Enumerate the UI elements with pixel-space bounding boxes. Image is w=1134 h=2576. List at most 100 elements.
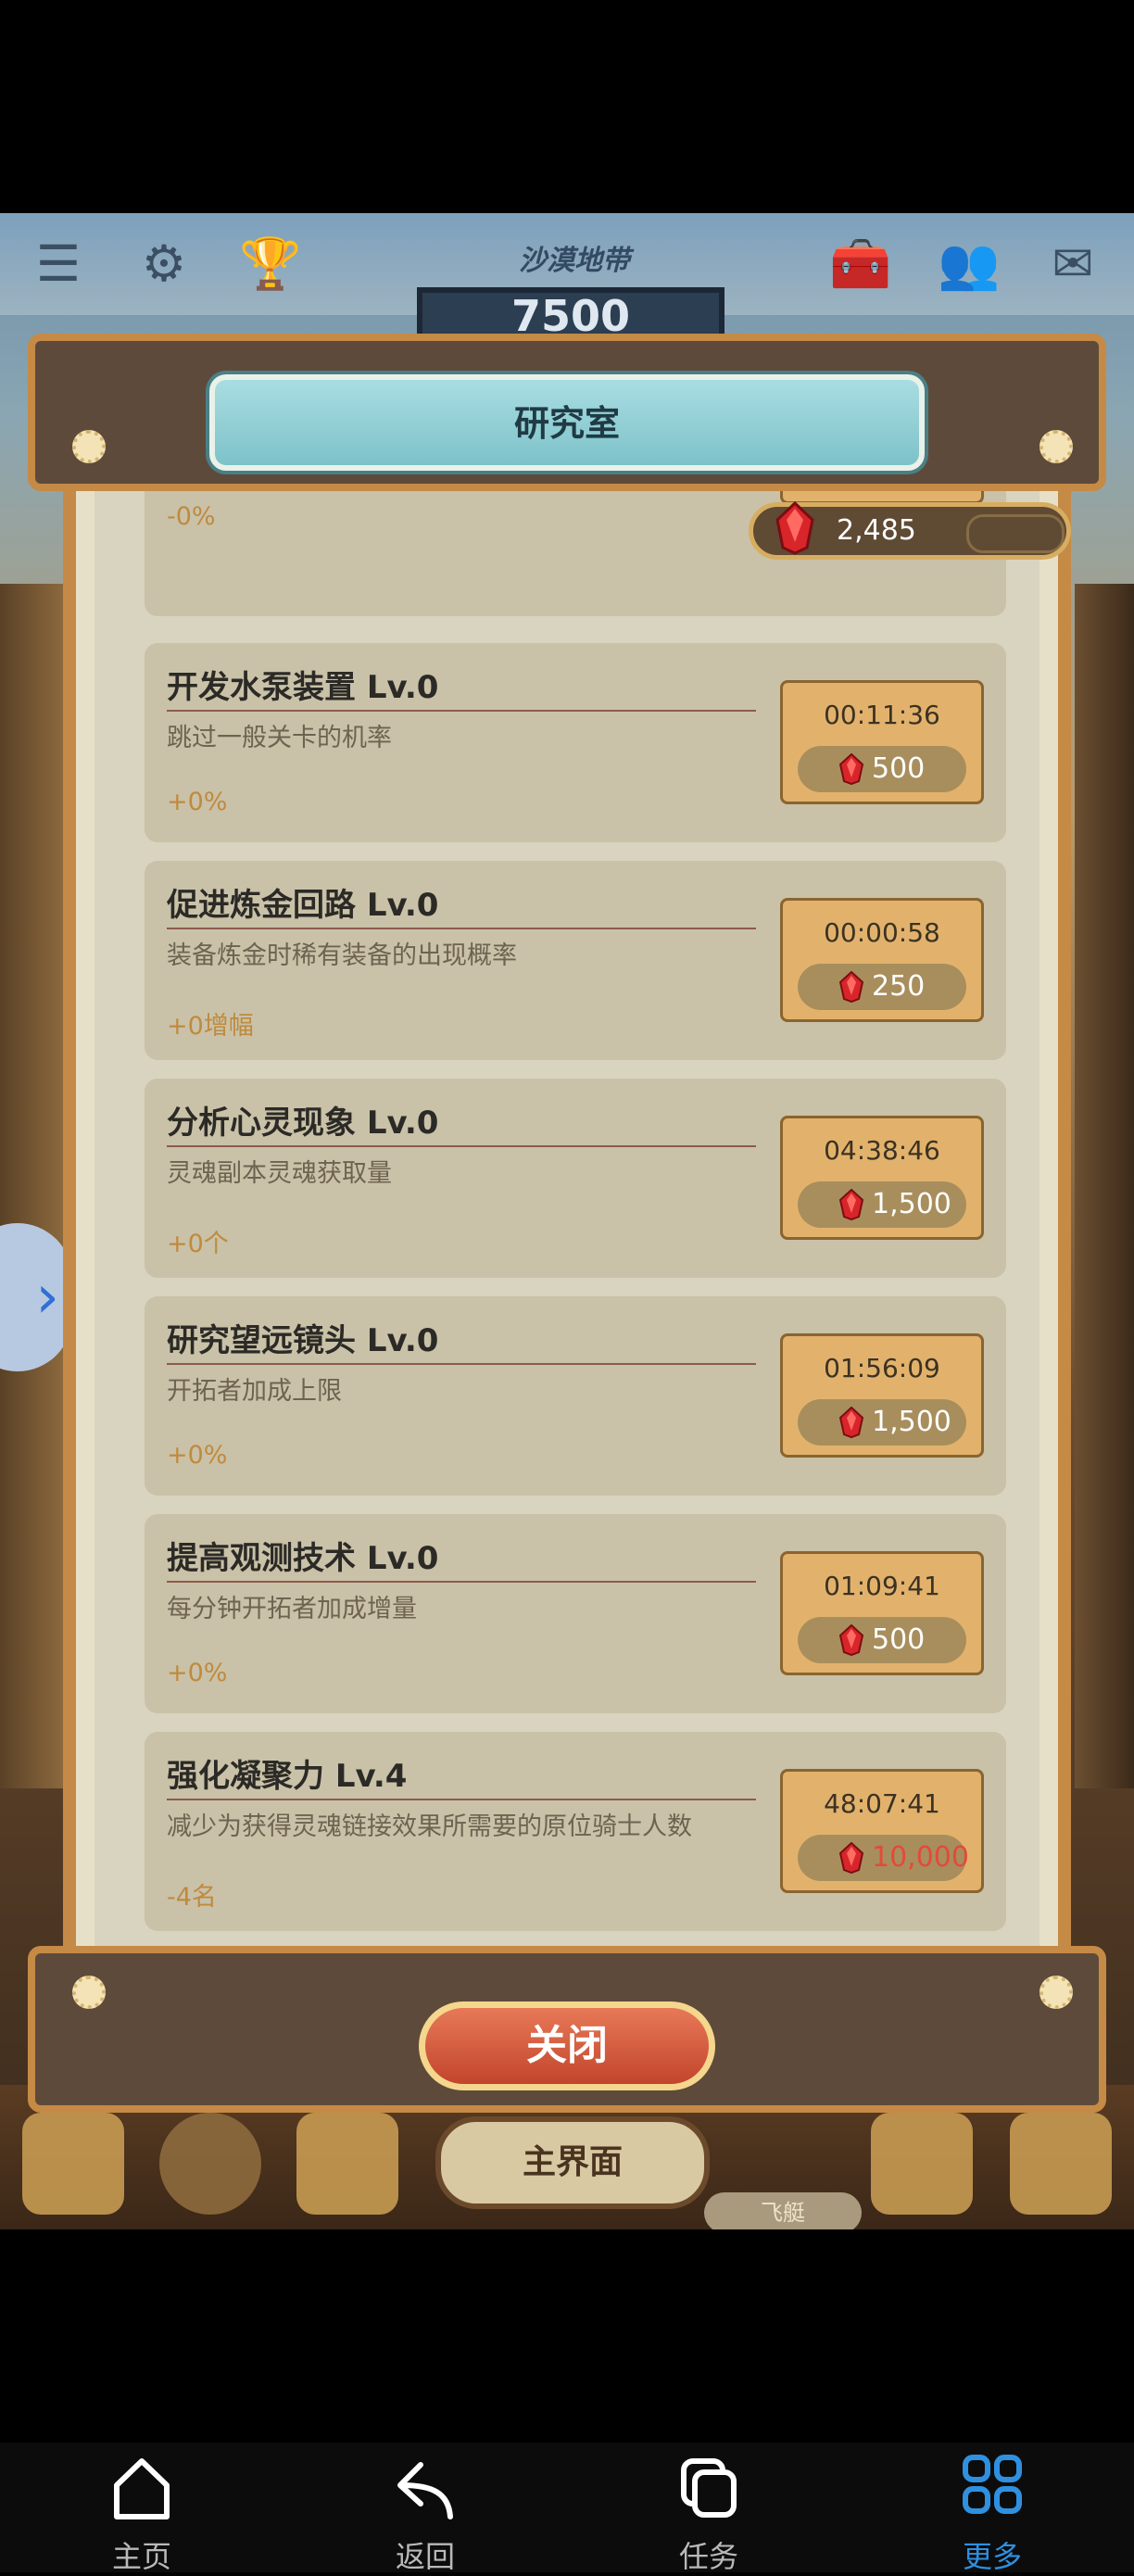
research-name: 强化凝聚力 Lv.4 [167, 1758, 408, 1795]
nav-tasks-label: 任务 [678, 2539, 738, 2574]
research-dialog: -0% 开发水泵装置 Lv.0 跳过一般关卡的机率 +0% 00:11:36 500 促进… [28, 334, 1106, 2113]
research-cost: 1,500 [872, 1188, 951, 1220]
research-cost: 500 [872, 752, 926, 785]
dock-icon-shop[interactable] [1010, 2113, 1112, 2215]
divider [167, 1581, 756, 1583]
research-cost: 10,000 [872, 1841, 969, 1874]
research-description: 减少为获得灵魂链接效果所需要的原位骑士人数 [167, 1812, 692, 1841]
red-gem-icon [838, 1407, 864, 1438]
settings-gear-icon[interactable]: ⚙ [133, 234, 195, 295]
research-upgrade-button[interactable]: 48:07:41 10,000 [780, 1769, 984, 1893]
main-screen-button[interactable]: 主界面 [435, 2116, 710, 2209]
research-upgrade-button[interactable]: 01:09:41 500 [780, 1551, 984, 1675]
research-description: 灵魂副本灵魂获取量 [167, 1159, 392, 1188]
research-price: 1,500 [798, 1181, 966, 1228]
dialog-title: 研究室 [209, 374, 925, 471]
divider [167, 928, 756, 929]
nav-back[interactable]: 返回 [284, 2443, 567, 2574]
zone-title: 沙漠地带 [519, 245, 630, 277]
mail-icon[interactable]: ✉ [1042, 234, 1103, 295]
nav-tasks[interactable]: 任务 [567, 2443, 850, 2574]
gem-bar-decoration [966, 514, 1065, 553]
nav-home[interactable]: 主页 [0, 2443, 284, 2574]
dock-icon-fan[interactable] [159, 2113, 261, 2215]
red-gem-icon [775, 501, 814, 555]
research-price: 1,500 [798, 1399, 966, 1446]
game-top-bar: ☰ ⚙ 🏆 沙漠地带 7500 🧰 👥 ✉ [0, 213, 1134, 354]
red-gem-icon [838, 971, 864, 1003]
tasks-icon [681, 2458, 737, 2518]
research-bonus: +0% [167, 1659, 228, 1687]
research-upgrade-button[interactable]: 00:11:36 500 [780, 680, 984, 804]
toolbox-icon[interactable]: 🧰 [829, 234, 891, 295]
research-time: 48:07:41 [824, 1788, 940, 1819]
friends-icon[interactable]: 👥 [938, 234, 1000, 295]
research-description: 开拓者加成上限 [167, 1377, 342, 1406]
research-upgrade-button[interactable]: 00:00:58 250 [780, 898, 984, 1022]
trophy-icon[interactable]: 🏆 [239, 234, 301, 295]
nav-back-label: 返回 [395, 2539, 455, 2574]
research-time: 00:00:58 [824, 917, 940, 948]
research-card: 分析心灵现象 Lv.0 灵魂副本灵魂获取量 +0个 04:38:46 1,500 [145, 1079, 1006, 1278]
dialog-body: -0% 开发水泵装置 Lv.0 跳过一般关卡的机率 +0% 00:11:36 500 促进… [63, 491, 1071, 1955]
research-name: 促进炼金回路 Lv.0 [167, 887, 439, 924]
dock-icon-tower[interactable] [871, 2113, 973, 2215]
research-upgrade-button[interactable]: 01:56:09 1,500 [780, 1333, 984, 1458]
research-price: 500 [798, 746, 966, 792]
home-icon [114, 2458, 170, 2519]
gear-icon [1040, 430, 1073, 463]
research-name: 分析心灵现象 Lv.0 [167, 1105, 439, 1142]
nav-more-label: 更多 [962, 2539, 1022, 2574]
research-description: 跳过一般关卡的机率 [167, 724, 392, 752]
menu-icon[interactable]: ☰ [28, 234, 89, 295]
research-bonus: -0% [167, 502, 216, 531]
research-cost: 500 [872, 1623, 926, 1656]
gem-balance: 2,485 [837, 514, 916, 547]
research-description: 每分钟开拓者加成增量 [167, 1595, 417, 1623]
dock-icon-knight[interactable] [22, 2113, 124, 2215]
red-gem-icon [838, 1624, 864, 1656]
research-name: 提高观测技术 Lv.0 [167, 1540, 439, 1577]
back-arrow-icon [397, 2462, 453, 2519]
research-description: 装备炼金时稀有装备的出现概率 [167, 941, 517, 970]
research-card: 强化凝聚力 Lv.4 减少为获得灵魂链接效果所需要的原位骑士人数 -4名 48:07:… [145, 1732, 1006, 1931]
research-bonus: +0% [167, 788, 228, 816]
divider [167, 1799, 756, 1800]
divider [167, 1363, 756, 1365]
research-card: 促进炼金回路 Lv.0 装备炼金时稀有装备的出现概率 +0增幅 00:00:58 250 [145, 861, 1006, 1060]
research-price: 500 [798, 1617, 966, 1663]
divider [167, 710, 756, 712]
gear-icon [1040, 1976, 1073, 2009]
research-time: 01:09:41 [824, 1571, 940, 1601]
close-button[interactable]: 关闭 [419, 2001, 715, 2090]
dock-icon-robot[interactable] [296, 2113, 398, 2215]
research-bonus: +0% [167, 1441, 228, 1470]
research-upgrade-button[interactable]: 04:38:46 1,500 [780, 1116, 984, 1240]
research-bonus: +0个 [167, 1230, 229, 1258]
zone-score: 7500 [510, 291, 631, 341]
research-name: 研究望远镜头 Lv.0 [167, 1322, 439, 1359]
red-gem-icon [838, 1842, 864, 1874]
research-bonus: +0增幅 [167, 1012, 254, 1041]
research-cost: 250 [872, 970, 926, 1003]
research-name: 开发水泵装置 Lv.0 [167, 669, 439, 706]
red-gem-icon [838, 753, 864, 785]
system-navigation-bar: 主页 返回 任务 更多 [0, 2443, 1134, 2574]
gear-icon [72, 1976, 106, 2009]
research-price: 250 [798, 964, 966, 1010]
game-scene: ☰ ⚙ 🏆 沙漠地带 7500 🧰 👥 ✉ › 主界面 飞艇 -0% 开发水泵装… [0, 213, 1134, 2229]
research-time: 04:38:46 [824, 1135, 940, 1166]
research-time: 01:56:09 [824, 1353, 940, 1383]
research-card: 研究望远镜头 Lv.0 开拓者加成上限 +0% 01:56:09 1,500 [145, 1296, 1006, 1496]
gear-icon [72, 430, 106, 463]
research-cost: 1,500 [872, 1406, 951, 1438]
divider [167, 1145, 756, 1147]
research-list[interactable]: -0% 开发水泵装置 Lv.0 跳过一般关卡的机率 +0% 00:11:36 500 促进… [94, 491, 1040, 1955]
airship-label[interactable]: 飞艇 [704, 2192, 862, 2229]
research-price: 10,000 [798, 1835, 969, 1881]
research-time: 00:11:36 [824, 700, 940, 730]
gem-balance-bar: 2,485 [749, 501, 1071, 560]
research-card: 提高观测技术 Lv.0 每分钟开拓者加成增量 +0% 01:09:41 500 [145, 1514, 1006, 1713]
research-card: 开发水泵装置 Lv.0 跳过一般关卡的机率 +0% 00:11:36 500 [145, 643, 1006, 842]
nav-more[interactable]: 更多 [850, 2443, 1134, 2574]
